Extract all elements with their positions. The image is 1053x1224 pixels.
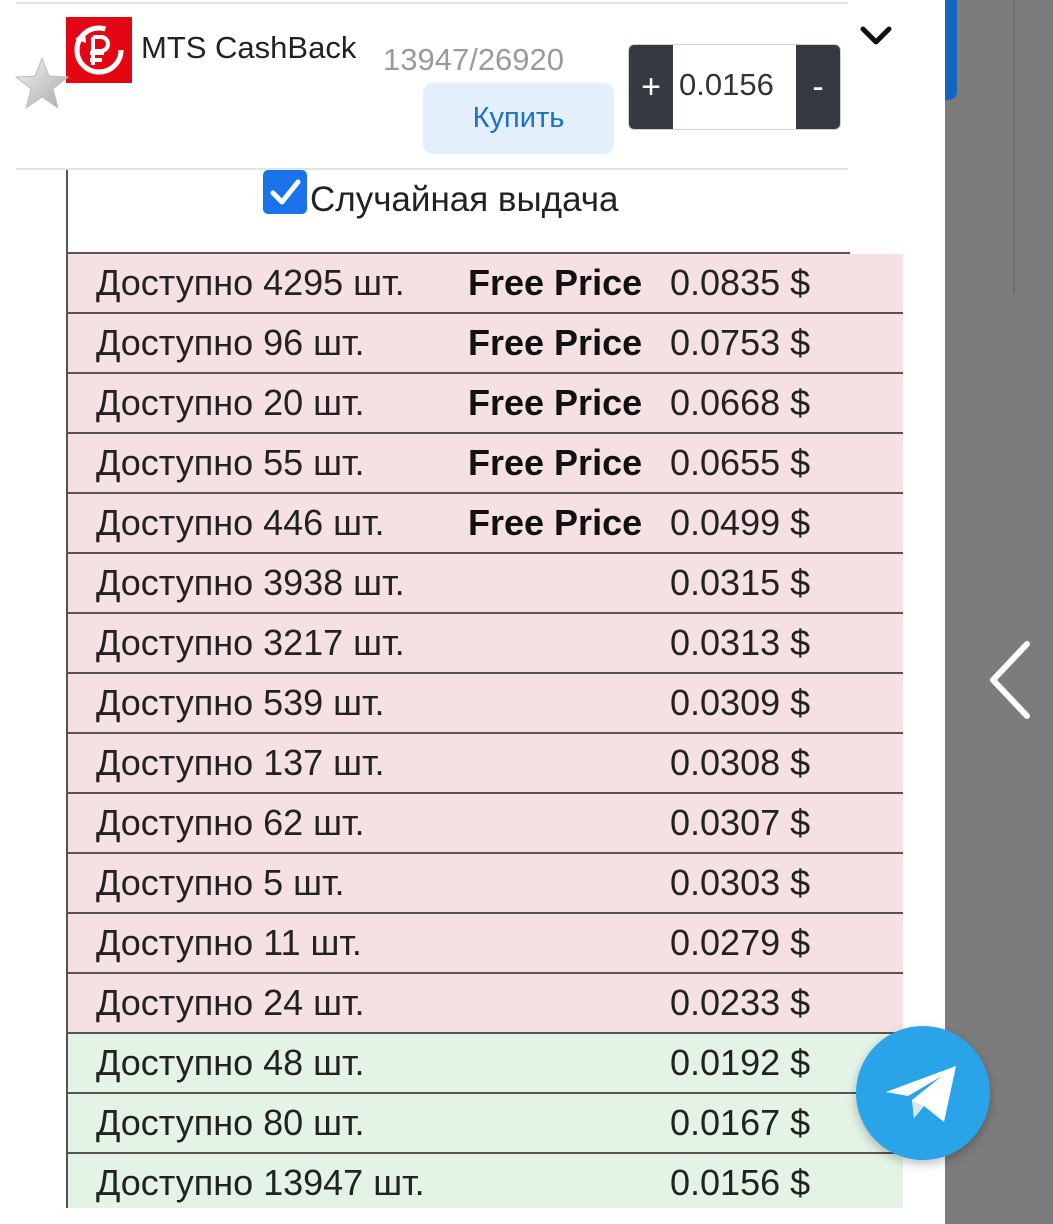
offer-available: Доступно 4295 шт.	[96, 262, 405, 303]
offer-row[interactable]: Доступно 11 шт. 0.0279 $	[66, 914, 903, 974]
offer-price: 0.0233 $	[670, 982, 811, 1023]
chevron-down-icon[interactable]	[858, 22, 894, 50]
offer-list: Доступно 4295 шт. Free Price 0.0835 $ Досту…	[66, 254, 903, 1214]
offer-available: Доступно 446 шт.	[96, 502, 385, 543]
offer-row[interactable]: Доступно 20 шт. Free Price 0.0668 $	[66, 374, 903, 434]
telegram-button[interactable]	[856, 1026, 990, 1160]
offer-price: 0.0307 $	[670, 802, 811, 843]
random-checkbox[interactable]	[263, 170, 307, 214]
ruble-refresh-icon	[74, 25, 124, 75]
random-checkbox-label[interactable]: Случайная выдача	[310, 180, 619, 220]
price-input[interactable]: 0.0156	[679, 67, 774, 103]
offer-row[interactable]: Доступно 4295 шт. Free Price 0.0835 $	[66, 254, 903, 314]
offer-available: Доступно 13947 шт.	[96, 1162, 425, 1203]
offer-row[interactable]: Доступно 80 шт. 0.0167 $	[66, 1094, 903, 1154]
chevron-left-icon[interactable]	[985, 638, 1035, 722]
offer-available: Доступно 5 шт.	[96, 862, 345, 903]
bottom-strip	[0, 1208, 945, 1224]
offer-price: 0.0835 $	[670, 262, 811, 303]
offer-available: Доступно 48 шт.	[96, 1042, 365, 1083]
offer-price: 0.0279 $	[670, 922, 811, 963]
check-icon	[270, 179, 301, 205]
offer-row[interactable]: Доступно 446 шт. Free Price 0.0499 $	[66, 494, 903, 554]
product-title: MTS CashBack	[141, 30, 357, 65]
page-edge	[945, 0, 957, 100]
offer-row[interactable]: Доступно 96 шт. Free Price 0.0753 $	[66, 314, 903, 374]
offer-price: 0.0753 $	[670, 322, 811, 363]
offer-price: 0.0655 $	[670, 442, 811, 483]
offer-available: Доступно 62 шт.	[96, 802, 365, 843]
product-panel: MTS CashBack 13947/26920 Купить + 0.0156…	[0, 0, 945, 1224]
offer-available: Доступно 80 шт.	[96, 1102, 365, 1143]
increase-button[interactable]: +	[629, 45, 673, 129]
offer-price: 0.0668 $	[670, 382, 811, 423]
offer-price: 0.0192 $	[670, 1042, 811, 1083]
favorite-star-icon[interactable]	[14, 56, 70, 112]
offer-row[interactable]: Доступно 24 шт. 0.0233 $	[66, 974, 903, 1034]
offer-price: 0.0309 $	[670, 682, 811, 723]
offer-row[interactable]: Доступно 48 шт. 0.0192 $	[66, 1034, 903, 1094]
offer-row[interactable]: Доступно 55 шт. Free Price 0.0655 $	[66, 434, 903, 494]
offer-available: Доступно 539 шт.	[96, 682, 385, 723]
offer-price: 0.0308 $	[670, 742, 811, 783]
offer-free-price: Free Price	[468, 322, 643, 363]
buy-button[interactable]: Купить	[423, 83, 614, 154]
offer-row[interactable]: Доступно 62 шт. 0.0307 $	[66, 794, 903, 854]
offer-price: 0.0499 $	[670, 502, 811, 543]
offer-available: Доступно 11 шт.	[96, 922, 362, 963]
offer-available: Доступно 20 шт.	[96, 382, 365, 423]
offer-available: Доступно 3938 шт.	[96, 562, 405, 603]
telegram-plane-icon	[886, 1066, 956, 1122]
stock-count: 13947/26920	[383, 42, 565, 77]
offer-price: 0.0156 $	[670, 1162, 811, 1203]
offer-row[interactable]: Доступно 3938 шт. 0.0315 $	[66, 554, 903, 614]
offer-available: Доступно 55 шт.	[96, 442, 365, 483]
offer-available: Доступно 96 шт.	[96, 322, 365, 363]
top-divider	[16, 2, 848, 4]
offer-price: 0.0315 $	[670, 562, 811, 603]
mts-logo	[66, 17, 132, 83]
offer-available: Доступно 24 шт.	[96, 982, 365, 1023]
offer-price: 0.0167 $	[670, 1102, 811, 1143]
price-stepper: + 0.0156 -	[628, 44, 841, 130]
offer-free-price: Free Price	[468, 382, 643, 423]
offer-row[interactable]: Доступно 5 шт. 0.0303 $	[66, 854, 903, 914]
offer-available: Доступно 137 шт.	[96, 742, 385, 783]
offer-free-price: Free Price	[468, 442, 643, 483]
offer-row[interactable]: Доступно 137 шт. 0.0308 $	[66, 734, 903, 794]
offer-price: 0.0303 $	[670, 862, 811, 903]
offer-row[interactable]: Доступно 3217 шт. 0.0313 $	[66, 614, 903, 674]
offer-free-price: Free Price	[468, 262, 643, 303]
offer-available: Доступно 3217 шт.	[96, 622, 405, 663]
offer-free-price: Free Price	[468, 502, 643, 543]
decrease-button[interactable]: -	[796, 45, 840, 129]
offer-row[interactable]: Доступно 539 шт. 0.0309 $	[66, 674, 903, 734]
backdrop-divider	[1013, 0, 1015, 295]
offer-price: 0.0313 $	[670, 622, 811, 663]
offer-row[interactable]: Доступно 13947 шт. 0.0156 $	[66, 1154, 903, 1214]
